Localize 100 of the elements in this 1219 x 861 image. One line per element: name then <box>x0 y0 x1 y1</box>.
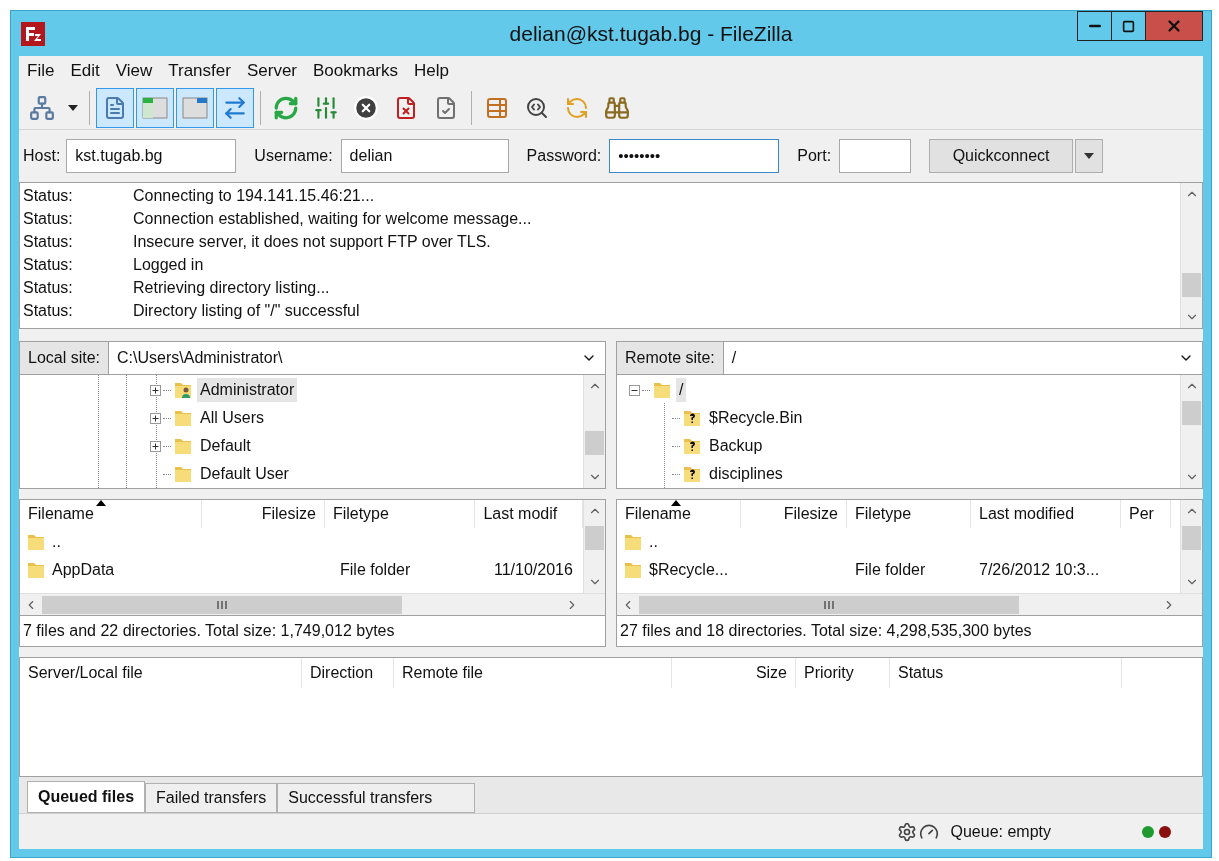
column-header[interactable]: Remote file <box>394 658 672 688</box>
queue-status: Queue: empty <box>950 821 1051 842</box>
site-label: Local site: <box>20 342 110 374</box>
menu-item[interactable]: File <box>27 58 55 84</box>
column-label: Filetype <box>855 505 912 522</box>
host-label: Host: <box>23 146 61 166</box>
folder-icon <box>652 380 672 400</box>
tab[interactable]: Queued files <box>27 781 146 813</box>
column-header[interactable]: Filename <box>617 500 741 528</box>
directory-summary: 7 files and 22 directories. Total size: 1,749,012 bytes <box>19 616 606 647</box>
scrollbar-thumb[interactable] <box>42 595 402 614</box>
file-name[interactable]: AppData <box>52 558 115 582</box>
user-folder-icon <box>173 380 193 400</box>
quickconnect-button[interactable]: Quickconnect <box>929 139 1074 173</box>
sync-icon <box>565 95 589 120</box>
log-label: Status: <box>23 185 74 206</box>
vertical-scrollbar[interactable] <box>583 375 605 488</box>
vertical-scrollbar[interactable] <box>583 500 605 593</box>
column-label: Filetype <box>332 505 389 522</box>
file-type: File folder <box>855 561 926 578</box>
expand-toggle[interactable] <box>150 412 161 424</box>
column-header[interactable]: Filetype <box>324 500 476 528</box>
column-label: Filesize <box>261 505 316 522</box>
column-header[interactable]: Last modified <box>971 500 1121 528</box>
close-button[interactable] <box>1145 11 1203 41</box>
scrollbar-thumb[interactable] <box>585 431 604 455</box>
log-label: Status: <box>23 300 74 321</box>
scrollbar-thumb[interactable] <box>639 595 1019 614</box>
scrollbar-thumb[interactable] <box>1182 526 1201 550</box>
file-name[interactable]: $Recycle... <box>649 558 729 582</box>
tree-item[interactable]: All Users <box>173 406 267 430</box>
sort-arrow-icon <box>671 500 682 506</box>
tree-item[interactable]: Default <box>173 434 254 458</box>
path-combobox[interactable]: C:\Users\Administrator\ <box>109 342 605 374</box>
column-header[interactable]: Size <box>672 658 796 688</box>
expand-toggle[interactable] <box>150 384 161 396</box>
column-header[interactable]: Filesize <box>201 500 325 528</box>
username-field[interactable]: delian <box>340 139 509 173</box>
tree-item[interactable]: $Recycle.Bin <box>682 406 806 430</box>
log-label: Status: <box>23 254 74 275</box>
minimize-button[interactable] <box>1077 11 1111 41</box>
column-header[interactable]: Filename <box>20 500 202 528</box>
cancel-icon <box>353 94 379 121</box>
column-header[interactable]: Status <box>890 658 1122 688</box>
collapse-toggle[interactable] <box>629 384 640 396</box>
vertical-scrollbar[interactable] <box>1180 183 1202 328</box>
port-label: Port: <box>797 146 832 166</box>
tab[interactable]: Failed transfers <box>145 783 278 813</box>
log-message: Insecure server, it does not support FTP over TLS. <box>133 231 491 252</box>
menu-item[interactable]: Transfer <box>168 58 231 84</box>
log-label: Status: <box>23 277 74 298</box>
horizontal-scrollbar[interactable] <box>617 593 1202 615</box>
table-icon <box>485 95 509 120</box>
column-header[interactable]: Direction <box>302 658 394 688</box>
menu-item[interactable]: Edit <box>70 58 100 84</box>
app-logo-icon <box>21 21 45 46</box>
tab[interactable]: Successful transfers <box>277 783 476 813</box>
menu-item[interactable]: Help <box>414 58 449 84</box>
column-header[interactable]: Filetype <box>847 500 971 528</box>
password-field[interactable]: •••••••• <box>609 139 780 173</box>
maximize-button[interactable] <box>1111 11 1145 41</box>
host-field[interactable]: kst.tugab.bg <box>66 139 237 173</box>
vertical-scrollbar[interactable] <box>1180 500 1202 593</box>
scrollbar-thumb[interactable] <box>585 526 604 550</box>
sliders-icon <box>313 94 339 121</box>
column-header[interactable]: Per <box>1121 500 1171 528</box>
column-header[interactable]: Server/Local file <box>20 658 302 688</box>
scrollbar-thumb[interactable] <box>1182 273 1201 297</box>
menu-item[interactable]: Server <box>246 58 297 84</box>
path-combobox[interactable]: / <box>723 342 1202 374</box>
document-icon <box>103 95 127 120</box>
vertical-scrollbar[interactable] <box>1180 375 1202 488</box>
log-message: Logged in <box>133 254 204 275</box>
maximize-icon <box>1122 19 1135 33</box>
scrollbar-thumb[interactable] <box>1182 401 1201 425</box>
tree-item[interactable]: disciplines <box>682 462 786 486</box>
quickconnect-dropdown[interactable] <box>1075 139 1104 173</box>
expand-toggle[interactable] <box>150 440 161 452</box>
menu-item[interactable]: Bookmarks <box>313 58 399 84</box>
port-field[interactable] <box>839 139 912 173</box>
close-icon <box>1165 17 1183 35</box>
file-name[interactable]: .. <box>52 530 61 554</box>
folder-icon <box>173 464 193 484</box>
refresh-icon <box>273 94 299 121</box>
tree-item[interactable]: Backup <box>682 434 766 458</box>
column-header[interactable]: Priority <box>796 658 890 688</box>
horizontal-scrollbar[interactable] <box>20 593 605 615</box>
file-name[interactable]: .. <box>649 530 658 554</box>
menu-item[interactable]: View <box>115 58 153 84</box>
column-header[interactable]: Filesize <box>741 500 847 528</box>
column-label: Per <box>1129 505 1154 522</box>
folder-icon <box>26 560 46 580</box>
unknown-folder-icon <box>682 464 702 484</box>
network-icon <box>29 94 55 121</box>
tree-item[interactable]: Default User <box>173 462 292 486</box>
password-label: Password: <box>526 146 602 166</box>
unknown-folder-icon <box>682 408 702 428</box>
tree-item[interactable]: / <box>652 378 687 402</box>
log-label: Status: <box>23 231 74 252</box>
panel-icon <box>142 96 168 119</box>
